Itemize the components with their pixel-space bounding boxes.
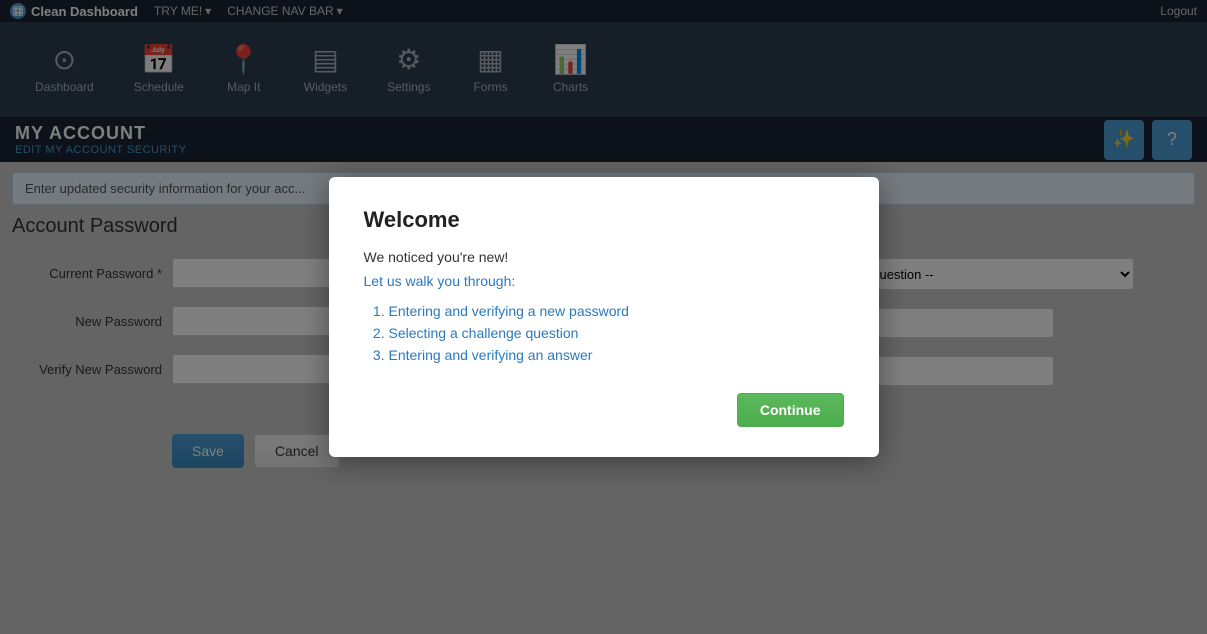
modal-step-1: Entering and verifying a new password: [389, 303, 844, 319]
modal-notice: We noticed you're new!: [364, 249, 844, 265]
modal-footer: Continue: [364, 393, 844, 427]
welcome-modal: Welcome We noticed you're new! Let us wa…: [329, 177, 879, 457]
modal-title: Welcome: [364, 207, 844, 233]
modal-intro: Let us walk you through:: [364, 273, 844, 289]
continue-button[interactable]: Continue: [737, 393, 844, 427]
modal-step-3: Entering and verifying an answer: [389, 347, 844, 363]
modal-step-2: Selecting a challenge question: [389, 325, 844, 341]
modal-steps-list: Entering and verifying a new password Se…: [364, 303, 844, 363]
modal-overlay: Welcome We noticed you're new! Let us wa…: [0, 0, 1207, 634]
